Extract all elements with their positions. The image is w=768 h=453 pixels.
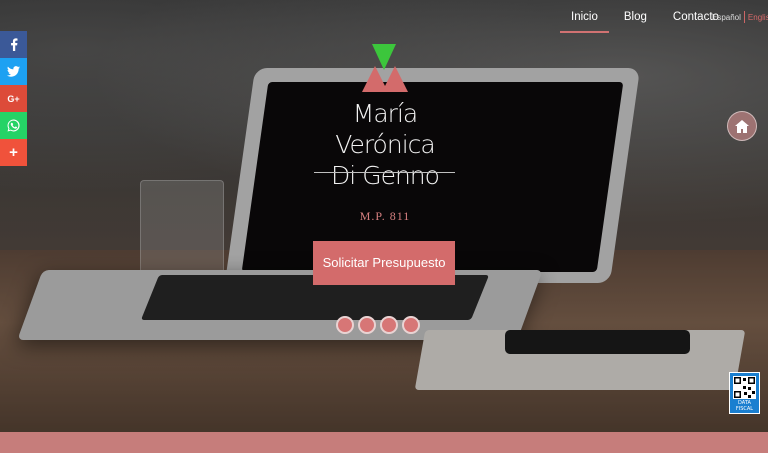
logo-icon xyxy=(362,44,408,92)
lang-espanol-link[interactable]: Español xyxy=(712,13,741,22)
more-share-button[interactable]: + xyxy=(0,139,27,166)
data-fiscal-label: DATA FISCAL xyxy=(735,400,754,412)
slider-dot[interactable] xyxy=(402,316,420,334)
slider-dot[interactable] xyxy=(336,316,354,334)
twitter-share-button[interactable] xyxy=(0,58,27,85)
lang-english-link[interactable]: English xyxy=(748,13,768,22)
main-nav: Inicio Blog Contacto xyxy=(558,10,732,33)
language-switcher: Español English xyxy=(712,11,768,23)
slider-dot[interactable] xyxy=(358,316,376,334)
whatsapp-icon xyxy=(7,119,20,132)
google-plus-icon: G+ xyxy=(7,93,20,104)
title-line-1: María Verónica xyxy=(335,99,435,159)
google-plus-share-button[interactable]: G+ xyxy=(0,85,27,112)
lang-separator xyxy=(743,11,745,23)
social-share-bar: G+ + xyxy=(0,31,27,166)
nav-item-inicio[interactable]: Inicio xyxy=(558,10,611,33)
slider-dots xyxy=(336,316,420,334)
title-line-2: Di Genno xyxy=(331,161,440,190)
bottom-bar xyxy=(0,432,768,453)
facebook-icon xyxy=(10,38,17,51)
share-plus-icon: + xyxy=(9,144,18,161)
nav-item-blog[interactable]: Blog xyxy=(611,10,660,32)
registration-number: M.P. 811 xyxy=(359,209,411,223)
site-title: María Verónica Di Genno xyxy=(300,98,470,191)
data-fiscal-badge[interactable]: DATA FISCAL xyxy=(729,372,760,414)
twitter-icon xyxy=(7,66,20,77)
qr-code-icon xyxy=(733,376,756,399)
facebook-share-button[interactable] xyxy=(0,31,27,58)
home-button[interactable] xyxy=(727,111,757,141)
request-quote-button[interactable]: Solicitar Presupuesto xyxy=(313,241,455,285)
slider-dot[interactable] xyxy=(380,316,398,334)
home-icon xyxy=(735,119,749,133)
title-divider xyxy=(314,172,455,173)
whatsapp-share-button[interactable] xyxy=(0,112,27,139)
